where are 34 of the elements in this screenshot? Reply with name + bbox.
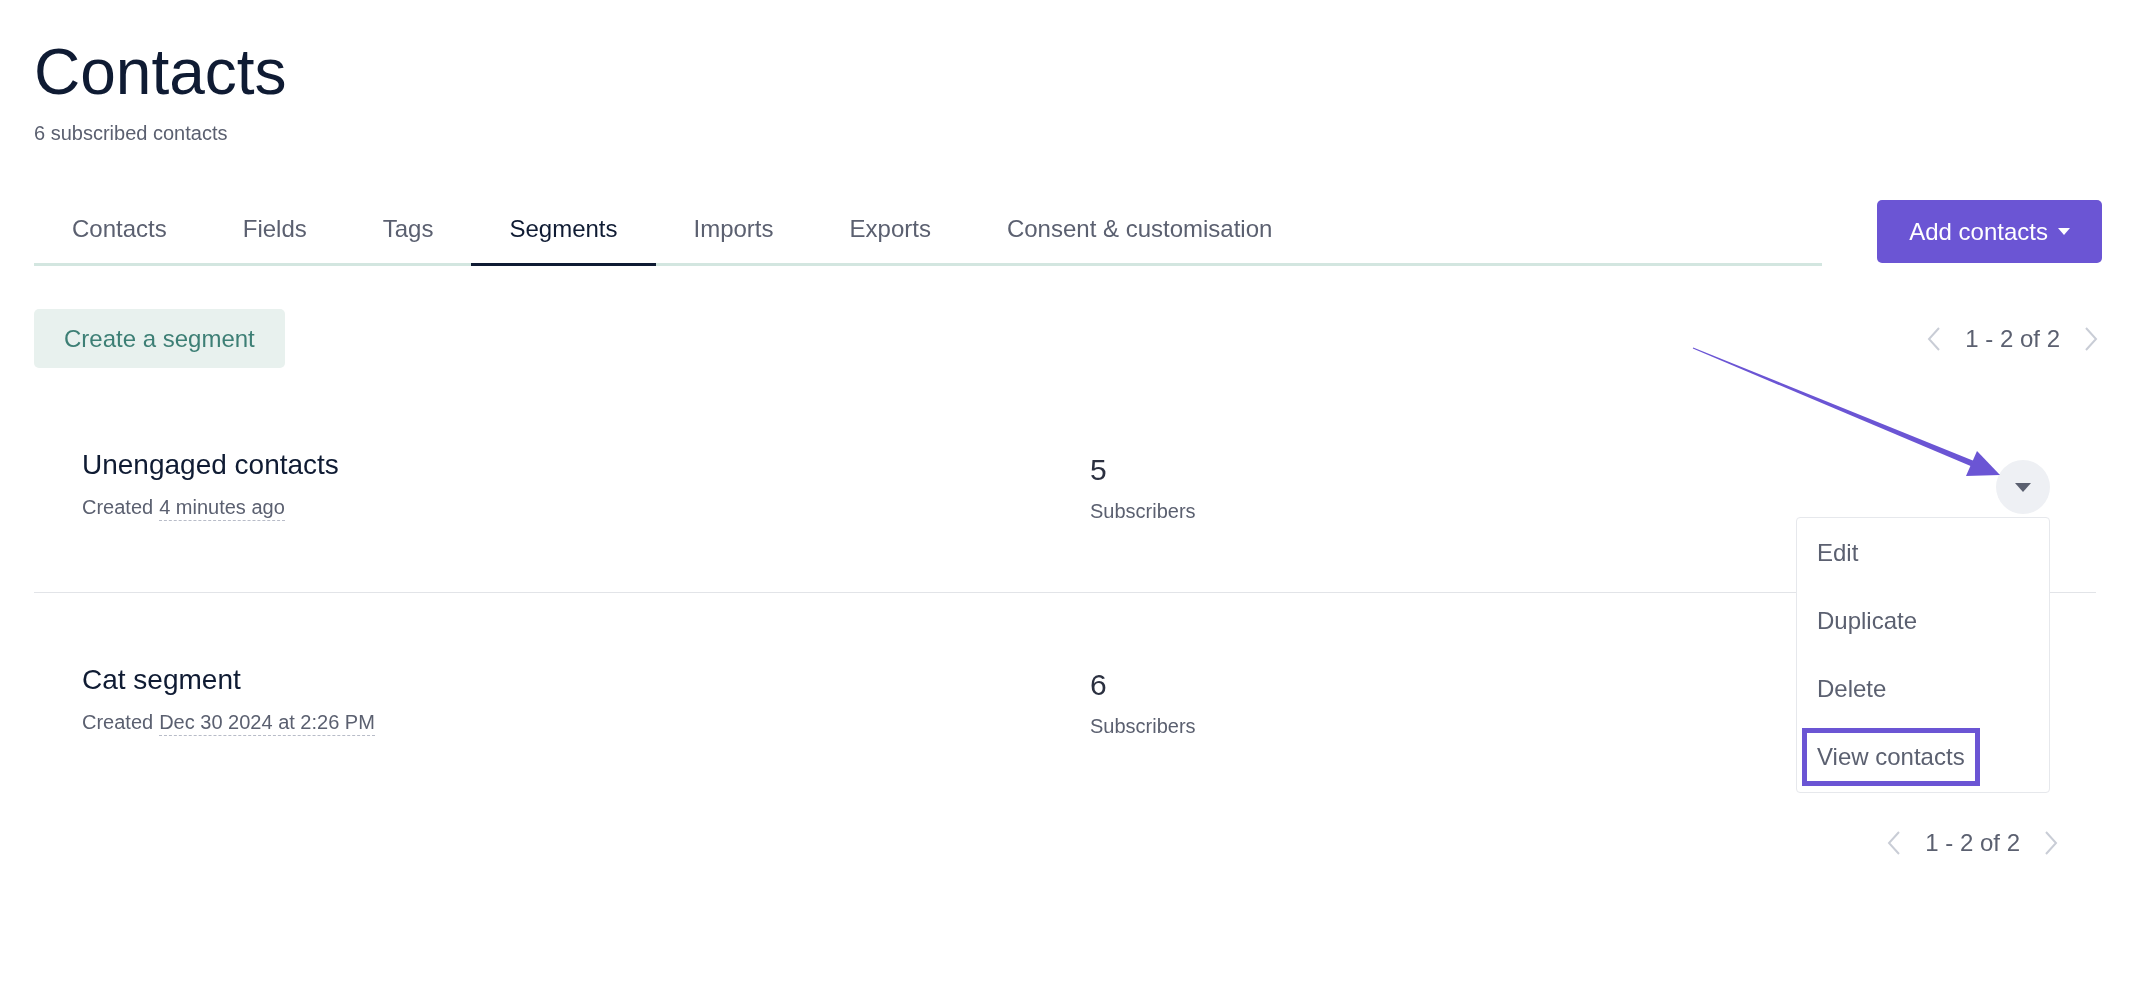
caret-icon <box>2058 228 2070 235</box>
tab[interactable]: Imports <box>655 211 812 266</box>
chevron-right-icon[interactable] <box>2044 830 2058 856</box>
actions-toggle-button[interactable] <box>1996 460 2050 514</box>
segment-name[interactable]: Cat segment <box>82 663 241 697</box>
menu-item[interactable]: Edit <box>1802 524 1874 582</box>
created-time: 4 minutes ago <box>159 494 285 521</box>
segment-name[interactable]: Unengaged contacts <box>82 448 339 482</box>
menu-item[interactable]: Duplicate <box>1802 592 1933 650</box>
menu-item[interactable]: Delete <box>1802 660 1902 718</box>
created-label: Created <box>82 710 154 735</box>
subscribers-label: Subscribers <box>1090 714 1196 739</box>
pagination-range: 1 - 2 of 2 <box>1965 323 2060 354</box>
tab[interactable]: Consent & customisation <box>968 211 1311 266</box>
subscriber-count: 6 <box>1090 667 1107 703</box>
page-title: Contacts <box>34 40 287 104</box>
add-contacts-button[interactable]: Add contacts <box>1877 200 2102 263</box>
created-label: Created <box>82 495 154 520</box>
chevron-left-icon[interactable] <box>1927 325 1942 352</box>
subscribers-label: Subscribers <box>1090 499 1196 524</box>
tab[interactable]: Fields <box>204 211 345 266</box>
caret-icon <box>2015 482 2031 492</box>
created-time: Dec 30 2024 at 2:26 PM <box>159 709 375 736</box>
chevron-right-icon[interactable] <box>2084 325 2098 352</box>
tab[interactable]: Tags <box>344 211 472 266</box>
page-subtitle: 6 subscribed contacts <box>34 121 228 146</box>
menu-item[interactable]: View contacts <box>1802 728 1980 786</box>
tab[interactable]: Segments <box>471 211 656 266</box>
pagination-range: 1 - 2 of 2 <box>1925 828 2020 858</box>
chevron-left-icon[interactable] <box>1887 830 1902 856</box>
subscriber-count: 5 <box>1090 452 1107 488</box>
tab[interactable]: Exports <box>811 211 969 266</box>
create-segment-button[interactable]: Create a segment <box>34 309 285 368</box>
tab[interactable]: Contacts <box>34 211 205 266</box>
